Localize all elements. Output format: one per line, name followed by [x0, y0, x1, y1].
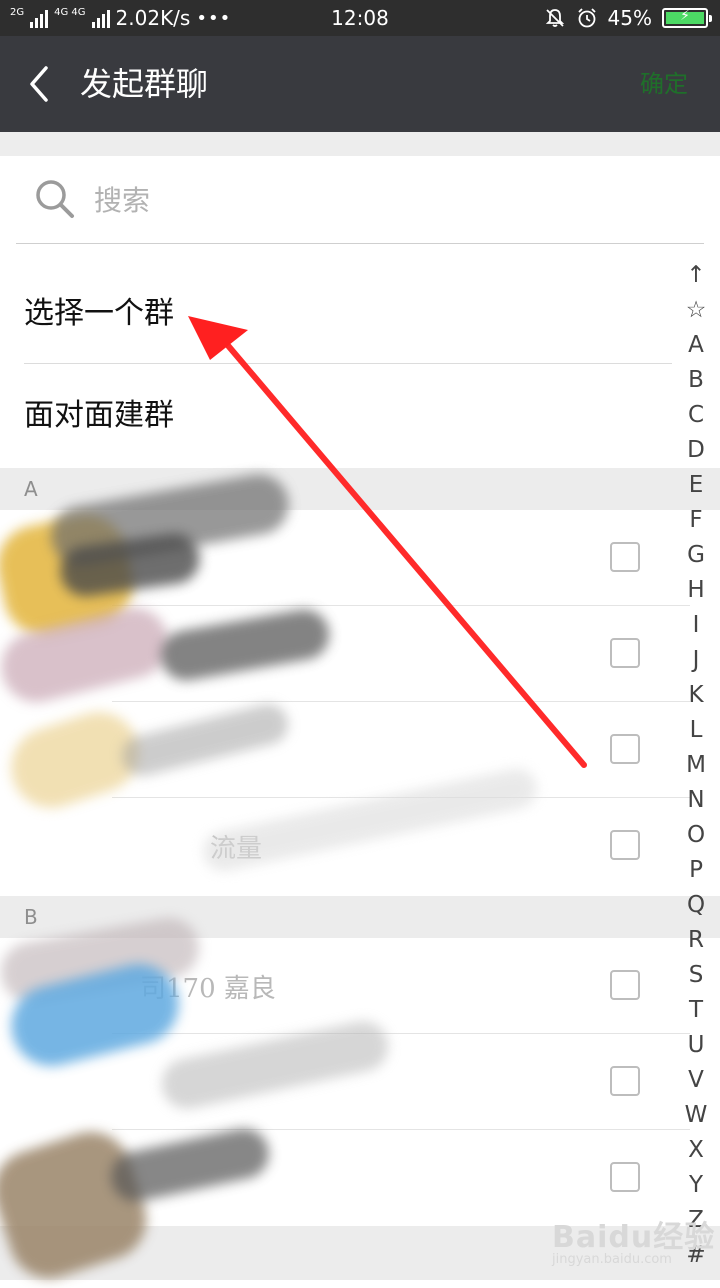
index-letter[interactable]: U [672, 1028, 720, 1063]
select-group-option[interactable]: 选择一个群 [24, 264, 672, 364]
index-letter[interactable]: D [672, 433, 720, 468]
index-letter[interactable]: T [672, 993, 720, 1028]
index-letter[interactable]: X [672, 1133, 720, 1168]
battery-icon: ⚡ [662, 8, 712, 28]
index-letter[interactable]: V [672, 1063, 720, 1098]
search-bar[interactable] [16, 156, 704, 244]
status-right: 45% ⚡ [544, 0, 712, 36]
index-letter[interactable]: W [672, 1098, 720, 1133]
contact-checkbox[interactable] [610, 734, 640, 764]
title-bar: 发起群聊 确定 [0, 36, 720, 132]
index-letter[interactable]: F [672, 503, 720, 538]
contact-checkbox[interactable] [610, 830, 640, 860]
index-letter[interactable]: H [672, 573, 720, 608]
index-letter[interactable]: S [672, 958, 720, 993]
contact-checkbox[interactable] [610, 1066, 640, 1096]
index-letter[interactable]: Q [672, 888, 720, 923]
contact-checkbox[interactable] [610, 1162, 640, 1192]
watermark-logo: Baidu经验 [552, 1220, 716, 1255]
contact-checkbox[interactable] [610, 542, 640, 572]
index-letter[interactable]: K [672, 678, 720, 713]
index-letter[interactable]: I [672, 608, 720, 643]
index-letter[interactable]: M [672, 748, 720, 783]
index-letter[interactable]: C [672, 398, 720, 433]
contact-checkbox[interactable] [610, 970, 640, 1000]
index-letter[interactable]: ☆ [672, 293, 720, 328]
search-input[interactable] [94, 174, 654, 226]
confirm-button[interactable]: 确定 [640, 36, 688, 132]
index-letter[interactable]: E [672, 468, 720, 503]
index-letter[interactable]: B [672, 363, 720, 398]
index-letter[interactable]: N [672, 783, 720, 818]
index-letter[interactable]: O [672, 818, 720, 853]
index-letter[interactable]: Y [672, 1168, 720, 1203]
contact-checkbox[interactable] [610, 638, 640, 668]
index-letter[interactable]: R [672, 923, 720, 958]
search-icon [36, 180, 74, 218]
page-title: 发起群聊 [80, 65, 209, 103]
index-letter[interactable]: L [672, 713, 720, 748]
battery-percent: 45% [607, 6, 652, 30]
alphabet-index-bar[interactable]: ↑ ☆ A B C D E F G H I J K L M N O P Q R S T U V W X Y Z # [672, 258, 720, 1280]
index-letter[interactable]: A [672, 328, 720, 363]
baidu-watermark: Baidu经验 jingyan.baidu.com [552, 1212, 715, 1267]
index-letter[interactable]: J [672, 643, 720, 678]
index-letter[interactable]: G [672, 538, 720, 573]
header-gap [0, 132, 720, 156]
status-bar: 2G 4G 4G 2.02K/s ••• 12:08 45% ⚡ [0, 0, 720, 36]
index-letter[interactable]: ↑ [672, 258, 720, 293]
index-letter[interactable]: P [672, 853, 720, 888]
back-arrow-icon[interactable] [26, 64, 56, 104]
face-to-face-group-option[interactable]: 面对面建群 [24, 366, 672, 466]
mute-bell-icon [545, 9, 564, 27]
alarm-icon [577, 8, 596, 28]
